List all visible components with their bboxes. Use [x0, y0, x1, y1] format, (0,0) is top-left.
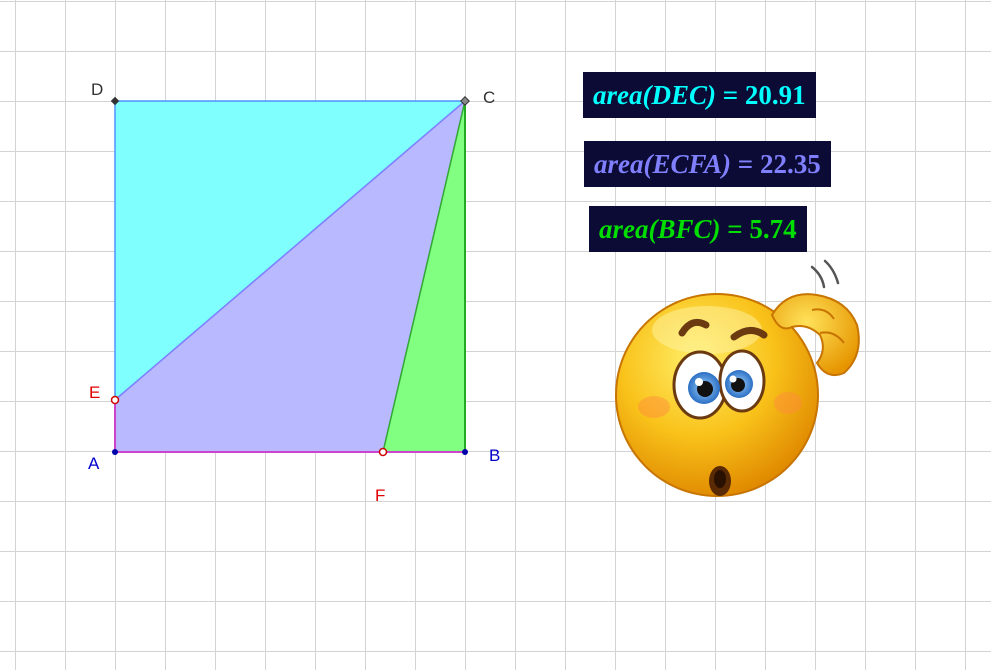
area-bfc-readout: area(BFC) = 5.74	[589, 206, 807, 252]
point-a[interactable]	[112, 449, 118, 455]
label-d: D	[91, 80, 103, 99]
label-c: C	[483, 88, 495, 107]
label-b: B	[489, 446, 500, 465]
label-f: F	[375, 486, 385, 505]
point-f[interactable]	[378, 447, 388, 457]
area-dec-readout: area(DEC) = 20.91	[583, 72, 816, 118]
confused-emoji-icon	[615, 259, 860, 497]
area-ecfa-readout: area(ECFA) = 22.35	[584, 141, 831, 187]
area-bfc-value: 5.74	[749, 214, 797, 244]
label-e: E	[89, 383, 100, 402]
point-b[interactable]	[462, 449, 468, 455]
label-a: A	[88, 454, 100, 473]
area-ecfa-value: 22.35	[759, 149, 821, 179]
point-e[interactable]	[110, 395, 120, 405]
area-dec-value: 20.91	[744, 80, 806, 110]
